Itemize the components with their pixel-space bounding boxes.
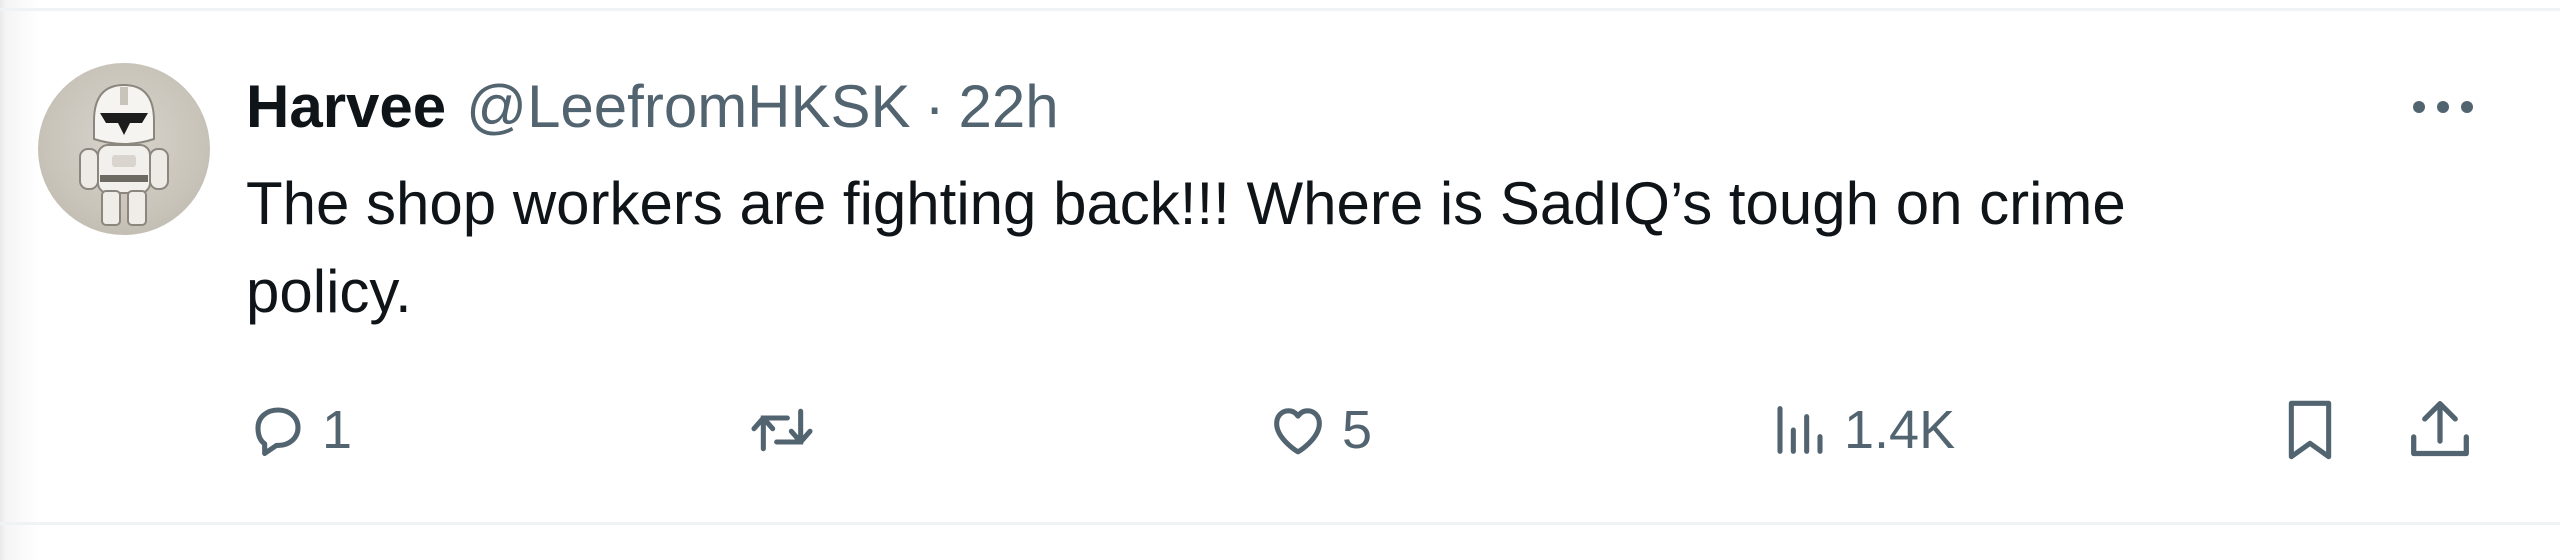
like-button[interactable]: 5 xyxy=(1266,395,1372,465)
author-display-name[interactable]: Harvee xyxy=(246,72,446,142)
bottom-divider xyxy=(0,522,2560,525)
views-chart-icon xyxy=(1777,406,1823,454)
retweet-icon xyxy=(751,408,813,452)
tweet-card[interactable]: Harvee @LeefromHKSK · 22h The shop worke… xyxy=(0,0,2560,560)
share-icon xyxy=(2411,401,2469,457)
avatar[interactable] xyxy=(38,63,210,235)
tweet-text: The shop workers are fighting back!!! Wh… xyxy=(246,170,2126,325)
bookmark-icon xyxy=(2288,400,2332,460)
bookmark-button[interactable] xyxy=(2278,395,2342,465)
heart-icon xyxy=(1274,408,1322,455)
tweet-timestamp[interactable]: 22h xyxy=(959,72,1059,142)
clone-trooper-figure-avatar-icon xyxy=(79,83,169,226)
author-handle[interactable]: @LeefromHKSK xyxy=(466,72,910,142)
views-button[interactable]: 1.4K xyxy=(1768,395,1955,465)
header-separator: · xyxy=(924,73,945,140)
reply-button[interactable]: 1 xyxy=(246,395,352,465)
reply-icon xyxy=(255,407,301,457)
ellipsis-icon xyxy=(2413,101,2473,113)
views-count: 1.4K xyxy=(1844,400,1956,460)
reply-count: 1 xyxy=(322,400,353,460)
retweet-button[interactable] xyxy=(746,395,830,465)
top-divider xyxy=(0,8,2560,11)
tweet-header: Harvee @LeefromHKSK · 22h xyxy=(246,72,1059,142)
like-count: 5 xyxy=(1342,400,1373,460)
share-button[interactable] xyxy=(2404,395,2476,465)
more-options-button[interactable] xyxy=(2408,82,2478,132)
